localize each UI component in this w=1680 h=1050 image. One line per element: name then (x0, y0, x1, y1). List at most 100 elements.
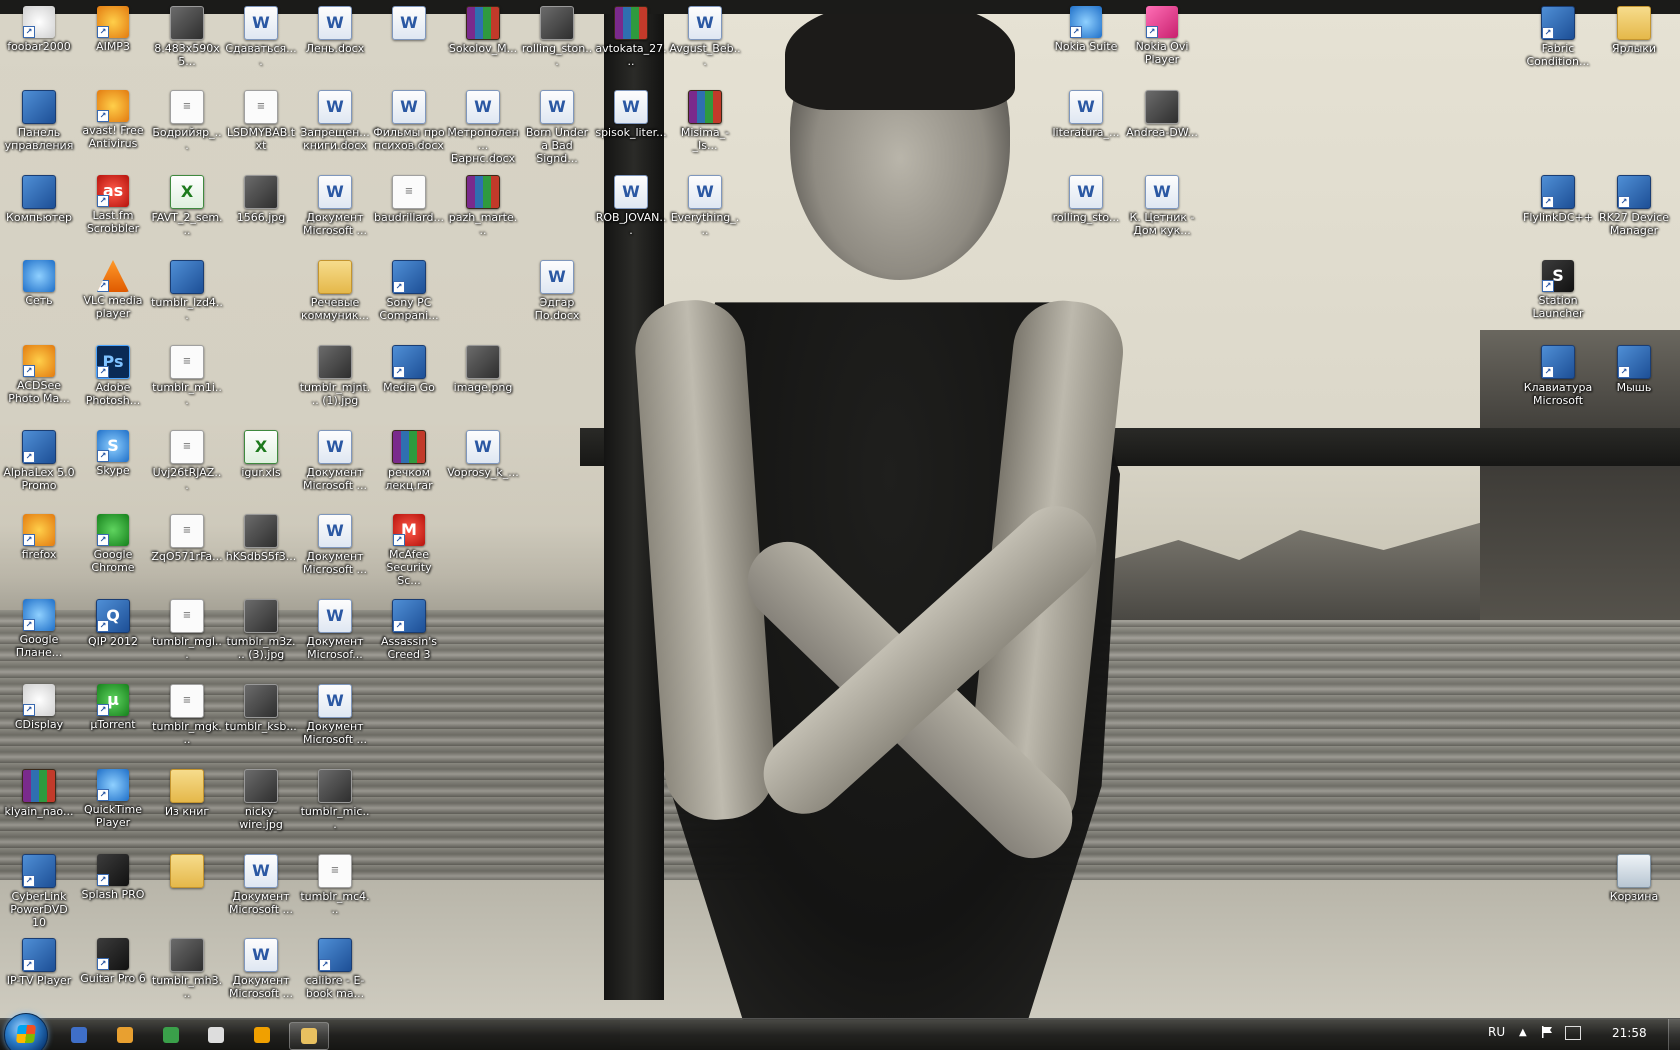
desktop-icon[interactable]: ↗ Guitar Pro 6 (76, 932, 150, 985)
desktop-icon[interactable] (150, 848, 224, 890)
taskbar-pinned-button[interactable] (243, 1022, 281, 1048)
desktop-icon[interactable]: 8.483x590x5... (150, 0, 224, 68)
desktop-icon[interactable]: Xigur.xls (224, 424, 298, 479)
desktop-icon[interactable]: tumblr_mic... (298, 763, 372, 831)
desktop-icon[interactable]: ↗ Nokia Ovi Player (1125, 0, 1199, 66)
action-center-flag-icon[interactable] (1541, 1026, 1553, 1038)
desktop-icon[interactable]: ≡ LSDMYBAB.txt (224, 84, 298, 152)
desktop-icon[interactable]: ↗ CyberLink PowerDVD 10 (2, 848, 76, 929)
desktop-icon[interactable]: W Документ Microsoft ... (298, 678, 372, 746)
desktop-icon[interactable]: Из книг (150, 763, 224, 818)
desktop-icon[interactable]: rolling_ston... (520, 0, 594, 68)
desktop-icon[interactable]: W Документ Microsoft ... (298, 169, 372, 237)
desktop-icon[interactable]: ↗ CDisplay (2, 678, 76, 731)
desktop-icon[interactable]: as ↗ Last.fm Scrobbler (76, 169, 150, 235)
desktop-icon[interactable]: ↗ Nokia Suite (1049, 0, 1123, 53)
taskbar-pinned-button[interactable] (106, 1022, 144, 1048)
desktop-icon[interactable]: W Фильмы про психов.docx (372, 84, 446, 152)
desktop-icon[interactable]: ≡ tumblr_m1i... (150, 339, 224, 407)
start-button[interactable] (4, 1013, 48, 1050)
desktop-icon[interactable]: W Everything_... (668, 169, 742, 237)
desktop-icon[interactable]: ↗ Media Go (372, 339, 446, 394)
desktop-icon[interactable]: tumblr_m3z... (3).jpg (224, 593, 298, 661)
show-hidden-icons-icon[interactable]: ▲ (1519, 1027, 1527, 1038)
desktop-icon[interactable]: pazh_marte... (446, 169, 520, 237)
desktop-icon[interactable]: tumblr_mh3... (150, 932, 224, 1000)
desktop-icon[interactable]: ↗ AIMP3 (76, 0, 150, 53)
desktop-icon[interactable]: klyain_nao... (2, 763, 76, 818)
desktop-icon[interactable]: ↗ Google Chrome (76, 508, 150, 574)
desktop-icon[interactable]: речком лекц.rar (372, 424, 446, 492)
desktop-icon[interactable]: Wspisok_liter... (594, 84, 668, 139)
desktop-icon[interactable]: W (372, 0, 446, 42)
desktop-icon[interactable]: ≡ baudrillard... (372, 169, 446, 224)
desktop-icon[interactable]: ↗ Fabric Condition... (1521, 0, 1595, 68)
desktop-icon[interactable]: hKSdbS5f3... (224, 508, 298, 563)
desktop-icon[interactable]: W Документ Microsoft ... (224, 848, 298, 916)
desktop-icon[interactable]: W Лень.docx (298, 0, 372, 55)
taskbar-pinned-button[interactable] (152, 1022, 190, 1048)
desktop-icon[interactable]: ↗ Splash PRO (76, 848, 150, 901)
desktop-icon[interactable]: Корзина (1597, 848, 1671, 903)
desktop-icon[interactable]: S ↗ Station Launcher (1521, 254, 1595, 320)
desktop-icon[interactable]: Сеть (2, 254, 76, 307)
desktop-icon[interactable]: avtokata_27... (594, 0, 668, 68)
clock[interactable]: 21:58 (1612, 1026, 1647, 1040)
desktop-icon[interactable]: ≡ Uvj26tRJAZ... (150, 424, 224, 492)
desktop-icon[interactable]: ↗ Мышь (1597, 339, 1671, 394)
desktop-icon[interactable]: ↗ calibre - E-book ma... (298, 932, 372, 1000)
desktop-icon[interactable]: ↗ AlphaLex 5.0 Promo (2, 424, 76, 492)
desktop-icon[interactable]: W Voprosy_k_... (446, 424, 520, 479)
desktop-icon[interactable]: W Сдаваться.... (224, 0, 298, 68)
desktop-icon[interactable]: ↗ FlylinkDC++ (1521, 169, 1595, 224)
show-desktop-button[interactable] (1668, 1019, 1680, 1050)
desktop-icon[interactable]: ↗ Sony PC Compani... (372, 254, 446, 322)
desktop-icon[interactable]: W Born Under a Bad Signd... (520, 84, 594, 165)
taskbar-pinned-button[interactable] (197, 1022, 235, 1048)
desktop-icon[interactable]: Sokolov_M... (446, 0, 520, 55)
desktop-icon[interactable]: Речевые коммуник... (298, 254, 372, 322)
desktop-icon[interactable]: Andrea-DW... (1125, 84, 1199, 139)
desktop-icon[interactable]: ↗ RK27 Device Manager (1597, 169, 1671, 237)
desktop-icon[interactable]: W Документ Microsoft ... (298, 508, 372, 576)
desktop-icon[interactable]: W Avgust_Beb... (668, 0, 742, 68)
desktop-icon[interactable]: W Метрополен... Барнс.docx (446, 84, 520, 165)
desktop-icon[interactable]: ↗ Клавиатура Microsoft (1521, 339, 1595, 407)
desktop-icon[interactable]: ≡ tumblr_mgl... (150, 593, 224, 661)
desktop-icon[interactable]: W ROB_JOVAN... (594, 169, 668, 237)
language-indicator[interactable]: RU (1488, 1025, 1505, 1039)
desktop-icon[interactable]: Компьютер (2, 169, 76, 224)
desktop-icon[interactable]: Q ↗ QIP 2012 (76, 593, 150, 648)
desktop-icon[interactable]: M ↗ McAfee Security Sc... (372, 508, 446, 587)
desktop-icon[interactable]: tumblr_mjnt... (1).jpg (298, 339, 372, 407)
desktop-icon[interactable]: W К. Цетник - Дом кук... (1125, 169, 1199, 237)
desktop-icon[interactable]: Панель управления (2, 84, 76, 152)
desktop-icon[interactable]: ↗ QuickTime Player (76, 763, 150, 829)
desktop-icon[interactable]: 1566.jpg (224, 169, 298, 224)
desktop-icon[interactable]: nicky-wire.jpg (224, 763, 298, 831)
desktop-icon[interactable]: image.png (446, 339, 520, 394)
desktop-icon[interactable]: Misima_-_Is... (668, 84, 742, 152)
desktop-icon[interactable]: ↗ IP-TV Player (2, 932, 76, 987)
desktop-icon[interactable]: tumblr_ksb... (224, 678, 298, 733)
desktop-icon[interactable]: ↗ avast! Free Antivirus (76, 84, 150, 150)
desktop-icon[interactable]: W Запрещен... книги.docx (298, 84, 372, 152)
desktop-icon[interactable]: W Документ Microsoft ... (224, 932, 298, 1000)
desktop-icon[interactable]: Ps ↗ Adobe Photosh... (76, 339, 150, 407)
desktop-icon[interactable]: W Документ Microsof... (298, 593, 372, 661)
desktop-icon[interactable]: µ ↗ µTorrent (76, 678, 150, 731)
desktop-icon[interactable]: Ярлыки (1597, 0, 1671, 55)
network-tray-icon[interactable] (1565, 1026, 1581, 1040)
desktop-icon[interactable]: ↗ firefox (2, 508, 76, 561)
desktop-icon[interactable]: W Эдгар По.docx (520, 254, 594, 322)
desktop-icon[interactable]: ≡ ZqO571rFa... (150, 508, 224, 563)
desktop-icon[interactable]: ↗ Assassin's Creed 3 (372, 593, 446, 661)
desktop-icon[interactable]: tumblr_lzd4... (150, 254, 224, 322)
desktop-icon[interactable]: S ↗ Skype (76, 424, 150, 477)
taskbar-pinned-button[interactable] (289, 1022, 329, 1050)
desktop-icon[interactable]: ≡ tumblr_mgk... (150, 678, 224, 746)
desktop-icon[interactable]: Wrolling_sto... (1049, 169, 1123, 224)
desktop-icon[interactable]: X FAVT_2_sem... (150, 169, 224, 237)
desktop-icon[interactable]: ↗ Google Плане... (2, 593, 76, 659)
desktop-icon[interactable]: Wliteratura_... (1049, 84, 1123, 139)
